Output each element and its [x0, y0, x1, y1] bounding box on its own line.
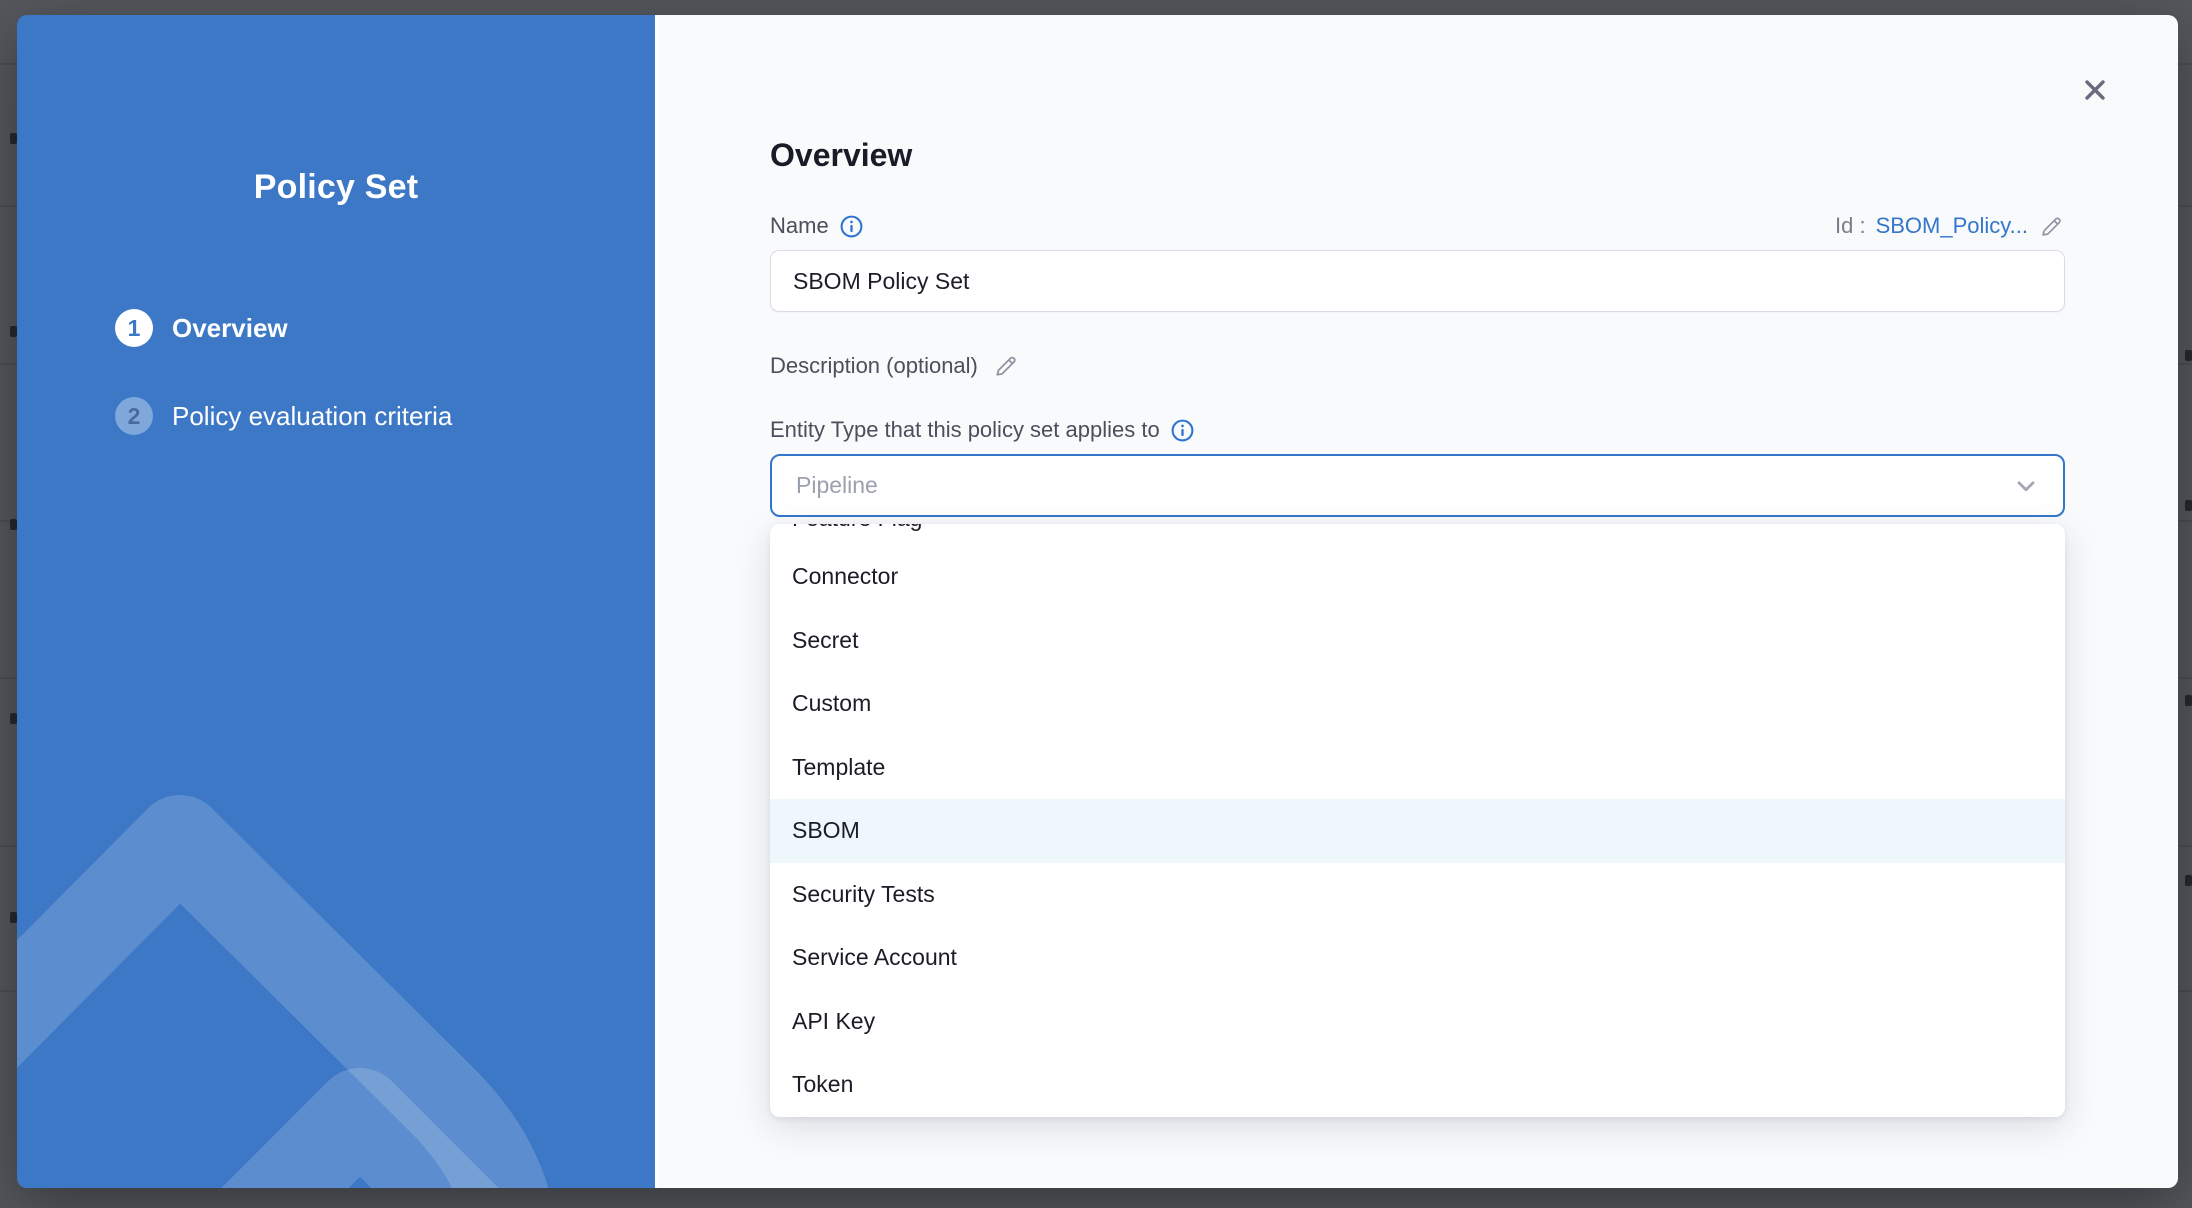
entity-type-dropdown: Feature Flag ConnectorSecretCustomTempla… — [770, 524, 2065, 1117]
step-2-badge: 2 — [115, 397, 153, 435]
id-prefix: Id : — [1835, 213, 1866, 239]
panel-heading: Overview — [770, 137, 912, 174]
step-2-label: Policy evaluation criteria — [172, 401, 452, 432]
dropdown-option-connector[interactable]: Connector — [770, 545, 2065, 609]
dropdown-option-clipped[interactable]: Feature Flag — [770, 524, 2065, 545]
step-1-label: Overview — [172, 313, 288, 344]
entity-id-group: Id : SBOM_Policy... — [1835, 213, 2065, 240]
info-icon[interactable] — [1170, 418, 1195, 443]
step-1-badge: 1 — [115, 309, 153, 347]
entity-label-group: Entity Type that this policy set applies… — [770, 417, 1195, 443]
dropdown-option-secret[interactable]: Secret — [770, 609, 2065, 673]
name-id-row: Name Id : SBOM_Policy... — [770, 205, 2065, 247]
screen: Policy Set 1 Overview 2 Policy evaluatio… — [0, 0, 2192, 1208]
dropdown-option-api-key[interactable]: API Key — [770, 990, 2065, 1054]
backdrop-artifact — [2185, 500, 2192, 511]
wizard-sidebar: Policy Set 1 Overview 2 Policy evaluatio… — [17, 15, 655, 1188]
dropdown-option-service-account[interactable]: Service Account — [770, 926, 2065, 990]
backdrop-artifact — [10, 912, 17, 923]
overview-panel: Overview Name Id : SBOM_Policy... — [655, 15, 2178, 1188]
dropdown-option-custom[interactable]: Custom — [770, 672, 2065, 736]
close-icon — [2079, 74, 2111, 106]
chevron-down-icon — [2013, 473, 2039, 499]
pencil-icon[interactable] — [2038, 213, 2065, 240]
pencil-icon[interactable] — [992, 352, 1020, 380]
description-row: Description (optional) — [770, 348, 2065, 384]
dropdown-option-token[interactable]: Token — [770, 1053, 2065, 1117]
name-label-group: Name — [770, 213, 864, 239]
close-button[interactable] — [2073, 68, 2117, 112]
step-overview[interactable]: 1 Overview — [115, 308, 452, 348]
wizard-steps: 1 Overview 2 Policy evaluation criteria — [115, 308, 452, 484]
dropdown-option-clipped-label: Feature Flag — [792, 524, 2065, 533]
backdrop-artifact — [10, 326, 17, 337]
backdrop-artifact — [10, 133, 17, 144]
entity-type-row: Entity Type that this policy set applies… — [770, 412, 2065, 448]
entity-type-label: Entity Type that this policy set applies… — [770, 417, 1160, 443]
name-input[interactable]: SBOM Policy Set — [770, 250, 2065, 312]
dropdown-option-sbom[interactable]: SBOM — [770, 799, 2065, 863]
name-input-value: SBOM Policy Set — [793, 268, 969, 295]
dropdown-option-security-tests[interactable]: Security Tests — [770, 863, 2065, 927]
dropdown-option-template[interactable]: Template — [770, 736, 2065, 800]
backdrop-artifact — [2185, 875, 2192, 886]
name-label: Name — [770, 213, 829, 239]
backdrop-artifact — [10, 519, 17, 530]
wizard-title: Policy Set — [17, 168, 655, 207]
entity-dropdown-list: ConnectorSecretCustomTemplateSBOMSecurit… — [770, 545, 2065, 1117]
backdrop-artifact — [2185, 695, 2192, 706]
select-placeholder: Pipeline — [796, 472, 2013, 499]
description-label: Description (optional) — [770, 353, 978, 379]
id-link[interactable]: SBOM_Policy... — [1876, 213, 2028, 239]
backdrop-artifact — [2185, 350, 2192, 361]
step-policy-evaluation-criteria[interactable]: 2 Policy evaluation criteria — [115, 396, 452, 436]
info-icon[interactable] — [839, 214, 864, 239]
policy-set-modal: Policy Set 1 Overview 2 Policy evaluatio… — [17, 15, 2178, 1188]
entity-type-select[interactable]: Pipeline — [770, 454, 2065, 517]
backdrop-artifact — [10, 713, 17, 724]
